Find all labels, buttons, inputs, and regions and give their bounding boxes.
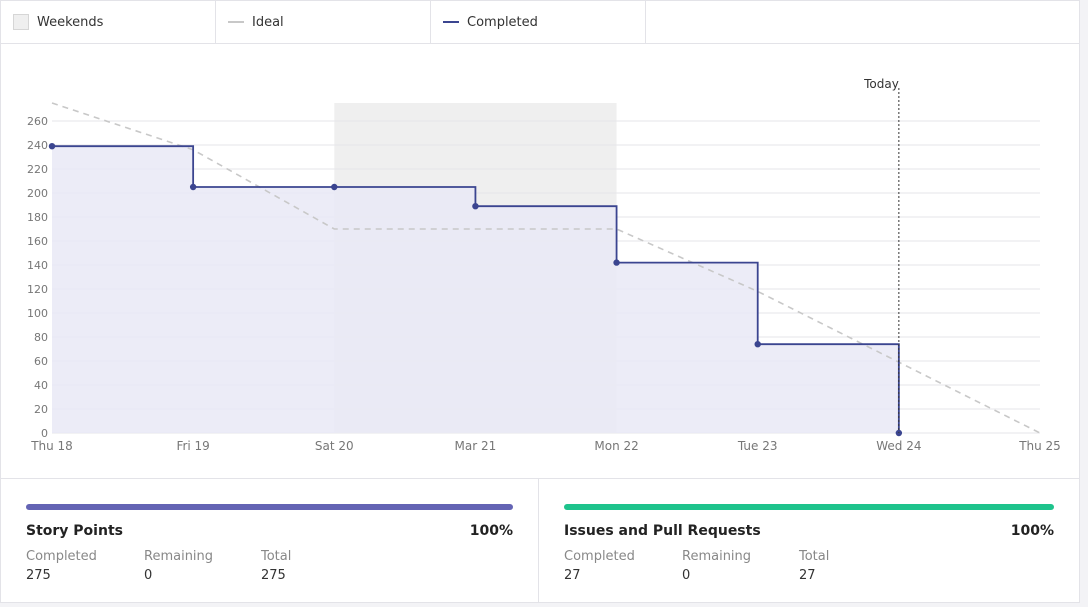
completed-swatch — [443, 21, 459, 23]
legend-completed[interactable]: Completed — [431, 1, 646, 43]
completed-value: 275 — [26, 568, 51, 583]
total-label: Total — [261, 549, 292, 564]
ideal-swatch — [228, 21, 244, 23]
story-points-card: Story Points 100% Completed 275 Remainin… — [0, 478, 539, 603]
legend-ideal-label: Ideal — [252, 14, 284, 30]
story-points-progress-bar — [26, 504, 513, 510]
total-label: Total — [799, 549, 830, 564]
y-tick-label: 80 — [34, 331, 48, 344]
completed-point — [331, 183, 338, 191]
story-points-title: Story Points — [26, 523, 123, 539]
completed-point — [48, 143, 56, 150]
legend-completed-label: Completed — [467, 14, 538, 30]
y-tick-label: 100 — [27, 307, 48, 320]
completed-label: Completed — [26, 549, 97, 564]
y-tick-label: 260 — [27, 115, 48, 128]
story-points-remaining: Remaining 0 — [144, 549, 254, 583]
y-tick-label: 220 — [27, 163, 48, 176]
burndown-chart-svg: 020406080100120140160180200220240260Thu … — [27, 77, 1061, 453]
legend-weekends[interactable]: Weekends — [1, 1, 216, 43]
issues-completed: Completed 27 — [564, 549, 674, 583]
y-tick-label: 120 — [27, 283, 48, 296]
x-tick-label: Fri 19 — [176, 439, 209, 453]
y-tick-label: 160 — [27, 235, 48, 248]
x-tick-label: Wed 24 — [876, 439, 921, 453]
story-points-completed: Completed 275 — [26, 549, 136, 583]
remaining-label: Remaining — [144, 549, 214, 564]
issues-percent: 100% — [1010, 523, 1054, 539]
completed-point — [754, 341, 761, 348]
issues-progress-bar — [564, 504, 1054, 510]
remaining-value: 0 — [682, 568, 691, 583]
x-tick-label: Thu 25 — [1018, 439, 1061, 453]
summary-cards: Story Points 100% Completed 275 Remainin… — [0, 478, 1080, 603]
x-tick-label: Thu 18 — [30, 439, 73, 453]
x-tick-label: Tue 23 — [737, 439, 778, 453]
today-label: Today — [863, 77, 899, 91]
y-tick-label: 180 — [27, 211, 48, 224]
story-points-percent: 100% — [469, 523, 513, 539]
completed-point — [613, 259, 620, 266]
weekends-swatch — [13, 14, 29, 30]
x-tick-label: Sat 20 — [315, 439, 354, 453]
story-points-total: Total 275 — [261, 549, 371, 583]
y-tick-label: 60 — [34, 355, 48, 368]
x-tick-label: Mon 22 — [594, 439, 638, 453]
legend-weekends-label: Weekends — [37, 14, 104, 30]
total-value: 275 — [261, 568, 286, 583]
y-tick-label: 140 — [27, 259, 48, 272]
issues-remaining: Remaining 0 — [682, 549, 792, 583]
completed-point — [472, 203, 479, 210]
completed-value: 27 — [564, 568, 581, 583]
issues-card: Issues and Pull Requests 100% Completed … — [539, 478, 1080, 603]
y-tick-label: 20 — [34, 403, 48, 416]
legend-ideal[interactable]: Ideal — [216, 1, 431, 43]
burndown-chart: 0 20 40 60 80 100 120 140 160 180 200 220 240 260 Thu … — [0, 44, 1080, 478]
y-tick-label: 240 — [27, 139, 48, 152]
remaining-value: 0 — [144, 568, 153, 583]
y-tick-label: 200 — [27, 187, 48, 200]
completed-point — [189, 183, 197, 191]
issues-title: Issues and Pull Requests — [564, 523, 761, 539]
completed-label: Completed — [564, 549, 635, 564]
total-value: 27 — [799, 568, 816, 583]
x-tick-label: Mar 21 — [455, 439, 497, 453]
remaining-label: Remaining — [682, 549, 752, 564]
chart-legend: Weekends Ideal Completed — [0, 0, 1080, 44]
issues-total: Total 27 — [799, 549, 909, 583]
y-tick-label: 40 — [34, 379, 48, 392]
